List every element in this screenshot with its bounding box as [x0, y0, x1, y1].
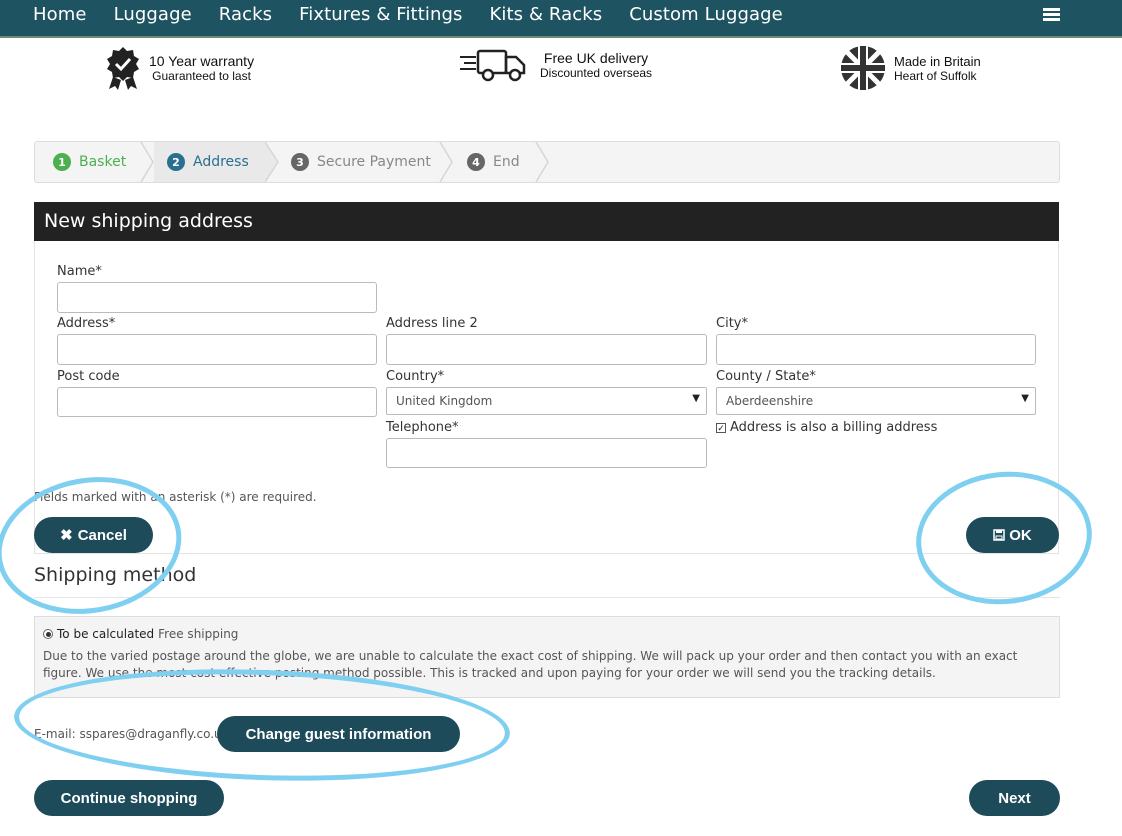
shipping-method-heading: Shipping method — [34, 564, 197, 586]
country-select[interactable]: United Kingdom ▼ — [386, 387, 707, 415]
county-label: County / State* — [716, 369, 816, 384]
name-label: Name* — [57, 264, 102, 279]
main-menu: Home Luggage Racks Fixtures & Fittings K… — [33, 4, 810, 25]
usp-made-in-britain: Made in Britain Heart of Suffolk — [840, 45, 981, 91]
city-input[interactable] — [716, 334, 1036, 365]
step-basket[interactable]: 1 Basket — [53, 142, 126, 182]
step-end: 4 End — [467, 142, 520, 182]
delivery-truck-icon — [460, 49, 526, 82]
step-secure-payment: 3 Secure Payment — [291, 142, 431, 182]
telephone-label: Telephone* — [386, 420, 459, 435]
next-label: Next — [998, 789, 1031, 807]
next-button[interactable]: Next — [969, 780, 1060, 816]
nav-home[interactable]: Home — [33, 4, 87, 25]
nav-fixtures-fittings[interactable]: Fixtures & Fittings — [299, 4, 462, 25]
usp-subtitle: Discounted overseas — [540, 66, 653, 80]
country-label: Country* — [386, 369, 445, 384]
step-address[interactable]: 2 Address — [167, 142, 249, 182]
usp-title: Free UK delivery — [543, 50, 649, 66]
address2-label: Address line 2 — [386, 316, 478, 331]
hamburger-menu-icon[interactable] — [1043, 8, 1060, 22]
billing-label: Address is also a billing address — [730, 420, 938, 435]
step-label: Address — [193, 154, 249, 170]
ok-label: OK — [1009, 526, 1032, 544]
postcode-input[interactable] — [57, 387, 377, 417]
shipping-option-price: Free shipping — [158, 627, 239, 641]
usp-delivery: Free UK delivery Discounted overseas — [458, 45, 652, 85]
top-navigation: Home Luggage Racks Fixtures & Fittings K… — [0, 0, 1122, 38]
billing-checkbox[interactable]: ✓ — [716, 422, 726, 433]
save-icon — [993, 529, 1005, 541]
address-label: Address* — [57, 316, 116, 331]
guest-email: E-mail: sspares@draganfly.co.uk — [34, 727, 229, 741]
postcode-label: Post code — [57, 369, 120, 384]
chevron-right-icon — [535, 142, 549, 182]
dropdown-arrow-icon: ▼ — [1021, 393, 1029, 404]
required-note: Fields marked with an asterisk (*) are r… — [34, 490, 317, 504]
nav-luggage[interactable]: Luggage — [114, 4, 192, 25]
ok-button[interactable]: OK — [966, 517, 1059, 553]
usp-warranty: 10 Year warranty Guaranteed to last — [105, 45, 254, 91]
cancel-button[interactable]: ✖ Cancel — [34, 517, 153, 553]
name-input[interactable] — [57, 282, 377, 313]
panel-title: New shipping address — [34, 202, 1059, 241]
step-number: 3 — [291, 153, 309, 171]
warranty-badge-icon — [107, 47, 139, 90]
nav-custom-luggage[interactable]: Custom Luggage — [629, 4, 783, 25]
usp-subtitle: Heart of Suffolk — [894, 68, 977, 83]
dropdown-arrow-icon: ▼ — [692, 393, 700, 404]
continue-shopping-button[interactable]: Continue shopping — [34, 780, 224, 816]
nav-kits-racks[interactable]: Kits & Racks — [489, 4, 602, 25]
country-value: United Kingdom — [396, 394, 493, 408]
step-number: 4 — [467, 153, 485, 171]
billing-checkbox-row[interactable]: ✓ Address is also a billing address — [716, 420, 937, 435]
usp-subtitle: Guaranteed to last — [152, 69, 251, 83]
shipping-option-label: To be calculated — [57, 627, 155, 641]
change-guest-information-button[interactable]: Change guest information — [217, 716, 460, 752]
step-label: Secure Payment — [317, 154, 431, 170]
close-icon: ✖ — [60, 527, 73, 544]
shipping-option-box: To be calculated Free shipping Due to th… — [34, 616, 1060, 698]
step-number: 2 — [167, 153, 185, 171]
telephone-input[interactable] — [386, 438, 707, 468]
shipping-option[interactable]: To be calculated Free shipping — [43, 627, 238, 641]
county-select[interactable]: Aberdeenshire ▼ — [716, 387, 1036, 415]
step-number: 1 — [53, 153, 71, 171]
continue-shopping-label: Continue shopping — [60, 789, 198, 807]
address2-input[interactable] — [386, 334, 707, 365]
usp-title: Made in Britain — [894, 53, 981, 69]
step-label: Basket — [79, 154, 127, 170]
county-value: Aberdeenshire — [726, 394, 814, 408]
divider — [34, 597, 1060, 598]
usp-title: 10 Year warranty — [149, 53, 255, 69]
chevron-right-icon — [140, 142, 154, 182]
shipping-description: Due to the varied postage around the glo… — [43, 649, 1018, 680]
union-flag-icon — [841, 46, 885, 90]
nav-racks[interactable]: Racks — [219, 4, 272, 25]
shipping-radio[interactable] — [43, 629, 53, 639]
chevron-right-icon — [439, 142, 453, 182]
cancel-label: Cancel — [77, 526, 127, 544]
change-guest-label: Change guest information — [245, 725, 432, 743]
step-label: End — [493, 154, 520, 170]
address-input[interactable] — [57, 334, 377, 365]
chevron-right-icon — [265, 142, 279, 182]
city-label: City* — [716, 316, 748, 331]
checkout-steps: 1 Basket 2 Address 3 Secure Payment 4 En… — [34, 141, 1060, 183]
